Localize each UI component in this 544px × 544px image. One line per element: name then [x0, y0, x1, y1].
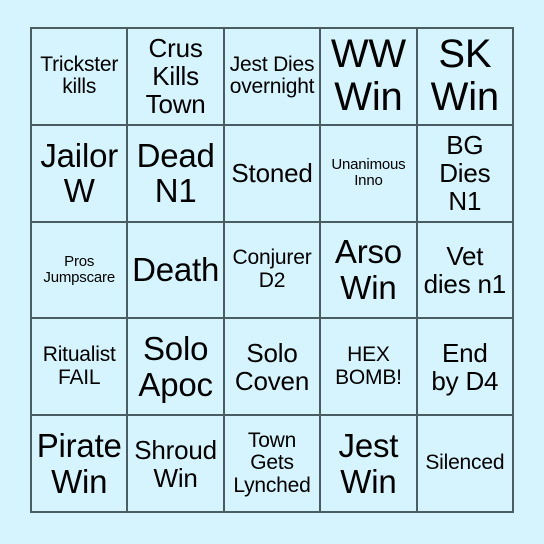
bingo-cell-r3-c2[interactable]: Death — [126, 222, 223, 318]
bingo-cell-r3-c3[interactable]: Conjurer D2 — [222, 222, 320, 318]
bingo-cell-r5-c3[interactable]: Town Gets Lynched — [222, 416, 320, 511]
bingo-cell-r1-c3[interactable]: Jest Dies overnight — [222, 29, 320, 124]
bingo-cell-r2-c5[interactable]: BG Dies N1 — [415, 125, 513, 221]
bingo-cell-label: Shroud Win — [134, 434, 217, 493]
bingo-cell-r4-c3[interactable]: Solo Coven — [222, 319, 320, 415]
bingo-cell-r4-c1[interactable]: Ritualist FAIL — [32, 319, 127, 415]
bingo-cell-label: Unanimous Inno — [331, 156, 406, 190]
bingo-cell-label: Ritualist FAIL — [42, 343, 116, 389]
bingo-cell-r3-c5[interactable]: Vet dies n1 — [415, 222, 513, 318]
bingo-cell-r1-c5[interactable]: SK Win — [415, 29, 513, 124]
bingo-cell-label: Crus Kills Town — [145, 33, 206, 120]
bingo-cell-label: Silenced — [425, 451, 505, 475]
bingo-cell-r1-c2[interactable]: Crus Kills Town — [126, 29, 223, 124]
bingo-cell-r1-c1[interactable]: Trickster kills — [32, 29, 127, 124]
bingo-cell-r5-c1[interactable]: Pirate Win — [32, 416, 127, 511]
bingo-cell-label: Dead N1 — [136, 136, 215, 210]
bingo-cell-r5-c4[interactable]: Jest Win — [319, 416, 416, 511]
bingo-row: Ritualist FAIL Solo Apoc Solo Coven HEX BOM… — [32, 317, 513, 415]
bingo-cell-label: SK Win — [430, 32, 499, 120]
bingo-cell-r4-c2[interactable]: Solo Apoc — [126, 319, 223, 415]
bingo-cell-label: Jest Dies overnight — [229, 52, 315, 99]
bingo-row: Trickster kills Crus Kills Town Jest Dies … — [32, 29, 513, 124]
bingo-cell-label: Stoned — [231, 158, 313, 189]
bingo-cell-label: Solo Apoc — [138, 330, 213, 403]
bingo-cell-label: Town Gets Lynched — [233, 428, 311, 497]
bingo-cell-label: Pirate Win — [36, 426, 122, 500]
bingo-cell-label: Vet dies n1 — [423, 240, 507, 299]
bingo-cell-r5-c5[interactable]: Silenced — [415, 416, 513, 511]
bingo-row: Pros Jumpscare Death Conjurer D2 Arso Win Ve… — [32, 220, 513, 318]
bingo-cell-r3-c4[interactable]: Arso Win — [319, 222, 416, 318]
bingo-cell-label: Death — [132, 251, 220, 289]
bingo-cell-r2-c2[interactable]: Dead N1 — [126, 125, 223, 221]
bingo-cell-r2-c1[interactable]: Jailor W — [32, 125, 127, 221]
bingo-cell-label: Jailor W — [40, 136, 119, 210]
bingo-cell-r2-c3[interactable]: Stoned — [222, 125, 320, 221]
bingo-row: Jailor W Dead N1 Stoned Unanimous Inno BG Di… — [32, 123, 513, 221]
bingo-cell-r2-c4[interactable]: Unanimous Inno — [319, 125, 416, 221]
bingo-cell-label: WW Win — [330, 32, 406, 120]
bingo-cell-label: End by D4 — [431, 337, 499, 396]
bingo-cell-r1-c4[interactable]: WW Win — [319, 29, 416, 124]
bingo-cell-label: Trickster kills — [40, 52, 119, 99]
bingo-cell-label: Jest Win — [338, 426, 399, 500]
bingo-card: Trickster kills Crus Kills Town Jest Dies … — [30, 27, 514, 513]
bingo-cell-label: BG Dies N1 — [439, 130, 491, 217]
bingo-cell-label: Conjurer D2 — [232, 246, 312, 292]
bingo-row: Pirate Win Shroud Win Town Gets Lynched Jes… — [32, 414, 513, 511]
bingo-cell-r5-c2[interactable]: Shroud Win — [126, 416, 223, 511]
bingo-cell-label: Solo Coven — [234, 337, 310, 396]
bingo-cell-label: Pros Jumpscare — [43, 252, 115, 286]
bingo-cell-r4-c4[interactable]: HEX BOMB! — [319, 319, 416, 415]
bingo-cell-label: Arso Win — [334, 233, 402, 306]
bingo-cell-r3-c1[interactable]: Pros Jumpscare — [32, 222, 127, 318]
bingo-cell-label: HEX BOMB! — [335, 343, 402, 389]
bingo-cell-r4-c5[interactable]: End by D4 — [415, 319, 513, 415]
